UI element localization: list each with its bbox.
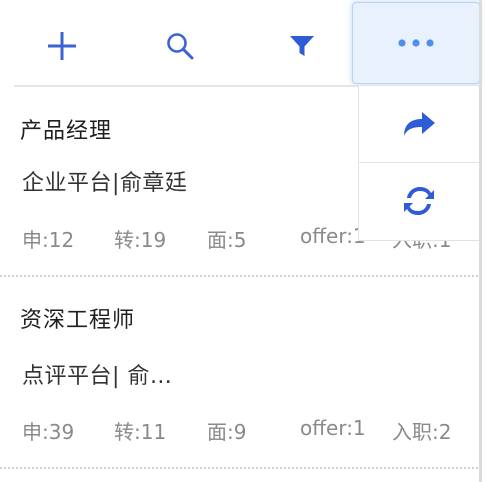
- search-icon: [167, 33, 194, 60]
- job-list-screen: 产品经理 企业平台|俞章廷 申:12 转:19 面:5 offer:1 入职:1…: [0, 0, 482, 482]
- card-divider: [0, 467, 482, 469]
- add-button[interactable]: [22, 10, 102, 82]
- more-button[interactable]: [352, 2, 480, 84]
- plus-icon: [48, 32, 76, 60]
- job-title: 产品经理: [20, 119, 113, 144]
- stat-transfer: 转:19: [114, 228, 167, 252]
- search-button[interactable]: [140, 10, 220, 82]
- more-dots-icon: [398, 39, 434, 47]
- share-menu-item[interactable]: [359, 86, 479, 161]
- toolbar: [0, 0, 482, 87]
- job-department-owner: 点评平台| 俞…: [22, 364, 173, 389]
- job-department-owner: 企业平台|俞章廷: [22, 171, 188, 196]
- share-icon: [404, 111, 435, 136]
- stat-apply: 申:39: [22, 420, 75, 444]
- stat-offer: offer:1: [300, 416, 366, 440]
- job-title: 资深工程师: [20, 308, 136, 333]
- right-edge: [479, 0, 482, 482]
- stat-apply: 申:12: [22, 228, 75, 252]
- filter-button[interactable]: [262, 10, 342, 82]
- job-card[interactable]: 资深工程师 点评平台| 俞… 申:39 转:11 面:9 offer:1 入职:…: [0, 278, 482, 466]
- refresh-icon: [404, 186, 434, 215]
- refresh-menu-item[interactable]: [359, 163, 479, 238]
- stat-transfer: 转:11: [114, 420, 167, 444]
- stat-interview: 面:5: [207, 228, 247, 252]
- filter-icon: [290, 36, 314, 56]
- more-menu: [358, 86, 480, 241]
- stat-hired: 入职:2: [392, 420, 452, 444]
- stat-offer: offer:1: [300, 224, 366, 248]
- card-divider: [0, 275, 482, 277]
- stat-interview: 面:9: [207, 420, 247, 444]
